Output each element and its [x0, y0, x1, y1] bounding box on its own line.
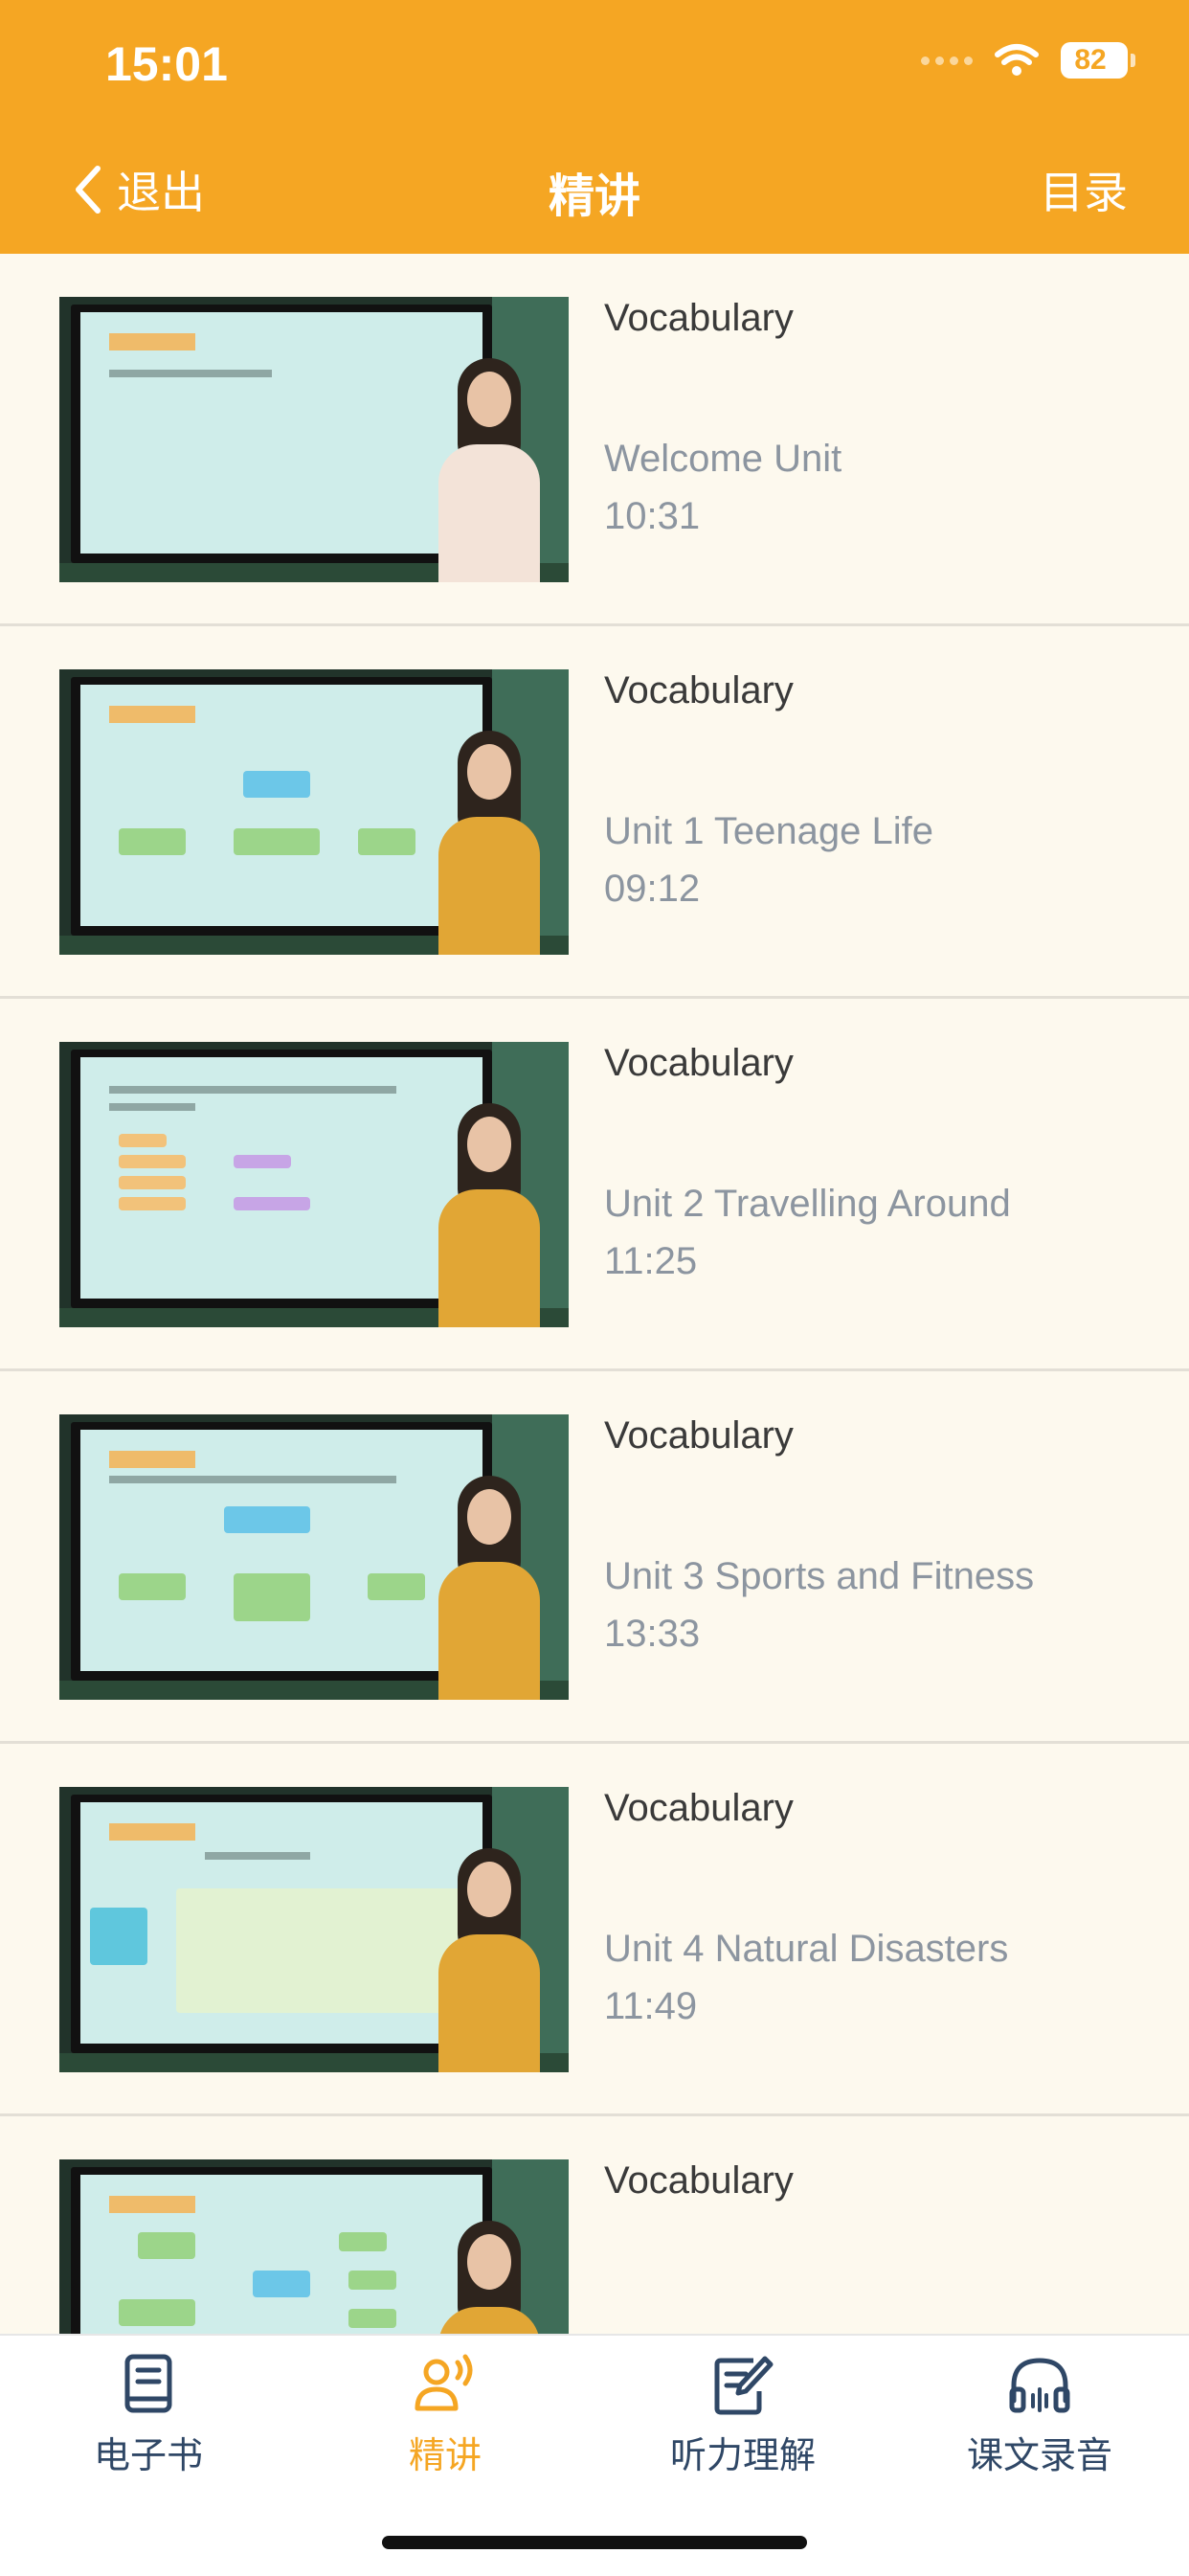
note-edit-icon [714, 2356, 774, 2415]
lesson-title: Vocabulary [604, 669, 794, 712]
tab-label: 听力理解 [669, 2436, 816, 2476]
video-thumbnail [59, 1414, 569, 1700]
back-button[interactable]: 退出 [73, 158, 205, 221]
lesson-title: Vocabulary [604, 2159, 794, 2202]
status-icons: 82 [921, 42, 1135, 79]
app-header: 15:01 82 退出 精讲 目录 [0, 0, 1189, 254]
tab-ebook[interactable]: 电子书 [24, 2353, 273, 2478]
video-thumbnail [59, 669, 569, 955]
lesson-unit: Unit 2 Travelling Around [604, 1183, 1011, 1225]
tab-audio[interactable]: 课文录音 [915, 2353, 1164, 2478]
wifi-icon [995, 44, 1039, 76]
lesson-title: Vocabulary [604, 297, 794, 339]
cellular-signal-icon [921, 56, 973, 65]
battery-level: 82 [1074, 44, 1107, 76]
lesson-duration: 09:12 [604, 868, 701, 910]
lesson-duration: 11:49 [604, 1985, 698, 2027]
catalog-button[interactable]: 目录 [1040, 158, 1128, 221]
video-thumbnail [59, 2159, 569, 2334]
lecture-icon [415, 2354, 473, 2411]
lesson-duration: 10:31 [604, 495, 701, 537]
lesson-duration: 11:25 [604, 1240, 698, 1282]
video-thumbnail [59, 1042, 569, 1327]
lesson-title: Vocabulary [604, 1414, 794, 1457]
video-thumbnail [59, 1787, 569, 2072]
video-thumbnail [59, 297, 569, 582]
lesson-item[interactable]: Vocabulary Unit 4 Natural Disasters 11:4… [0, 1744, 1189, 2116]
tab-listening[interactable]: 听力理解 [618, 2353, 867, 2478]
lesson-unit: Unit 1 Teenage Life [604, 810, 933, 852]
home-indicator[interactable] [382, 2536, 807, 2549]
lesson-item[interactable]: Vocabulary [0, 2116, 1189, 2334]
lesson-unit: Unit 3 Sports and Fitness [604, 1555, 1035, 1597]
status-time: 15:01 [105, 37, 228, 91]
lesson-duration: 13:33 [604, 1613, 701, 1655]
book-icon [124, 2354, 172, 2413]
lesson-item[interactable]: Vocabulary Unit 2 Travelling Around 11:2… [0, 999, 1189, 1371]
lesson-item[interactable]: Vocabulary Unit 1 Teenage Life 09:12 [0, 626, 1189, 999]
back-label: 退出 [117, 168, 205, 217]
tab-label: 精讲 [408, 2436, 482, 2476]
headphones-icon [1009, 2358, 1070, 2413]
lesson-item[interactable]: Vocabulary Welcome Unit 10:31 [0, 254, 1189, 626]
chevron-left-icon [76, 166, 101, 214]
lesson-title: Vocabulary [604, 1042, 794, 1084]
tab-label: 电子书 [93, 2436, 203, 2476]
lesson-item[interactable]: Vocabulary Unit 3 Sports and Fitness 13:… [0, 1371, 1189, 1744]
lesson-list: Vocabulary Welcome Unit 10:31 Vocabulary… [0, 254, 1189, 2334]
tab-label: 课文录音 [966, 2436, 1112, 2476]
lesson-title: Vocabulary [604, 1787, 794, 1829]
lesson-unit: Unit 4 Natural Disasters [604, 1928, 1009, 1970]
battery-icon: 82 [1061, 42, 1135, 79]
tab-lecture[interactable]: 精讲 [321, 2353, 570, 2478]
lesson-unit: Welcome Unit [604, 438, 842, 480]
